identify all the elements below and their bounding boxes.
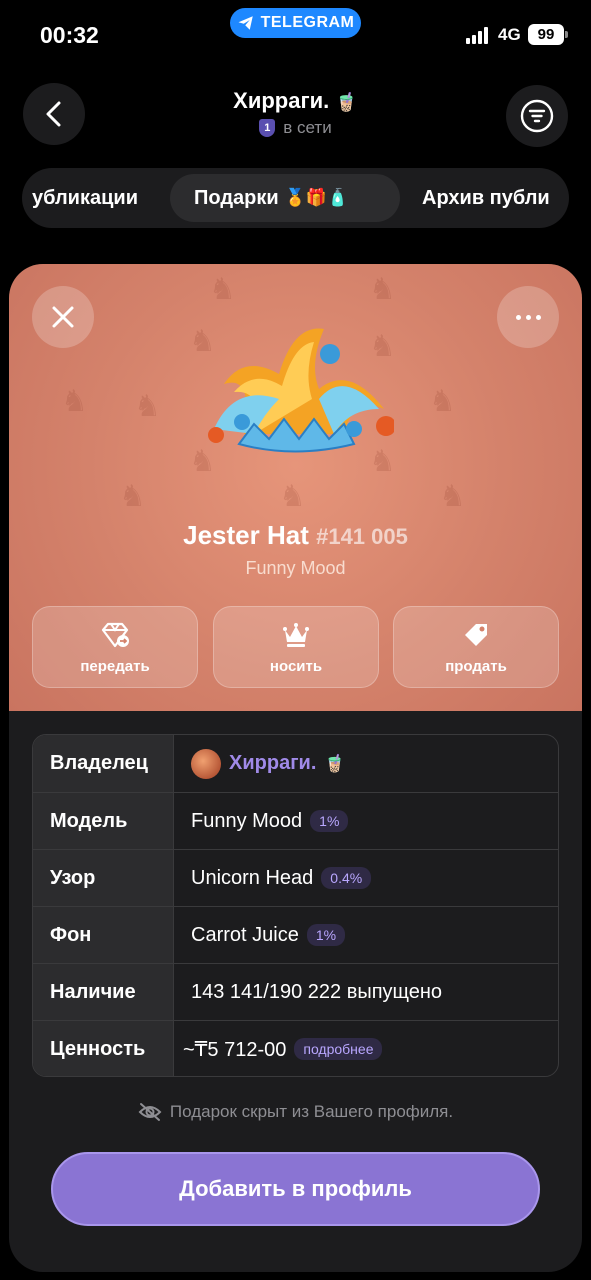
unicorn-pattern-icon: ♞ bbox=[429, 385, 456, 418]
table-row: Фон Carrot Juice 1% bbox=[33, 906, 558, 963]
emoji-status-icon: 🧋 bbox=[335, 92, 358, 112]
backdrop-key: Фон bbox=[33, 907, 174, 963]
unicorn-pattern-icon: ♞ bbox=[134, 390, 161, 423]
value-key: Ценность bbox=[33, 1021, 174, 1076]
avatar bbox=[191, 748, 221, 779]
hidden-note: Подарок скрыт из Вашего профиля. bbox=[9, 1102, 582, 1122]
gift-number: #141 005 bbox=[316, 524, 408, 549]
model-name: Funny Mood bbox=[191, 809, 303, 832]
unicorn-pattern-icon: ♞ bbox=[61, 385, 88, 418]
network-type: 4G bbox=[498, 25, 521, 44]
add-to-profile-button[interactable]: Добавить в профиль bbox=[51, 1152, 540, 1226]
close-button[interactable] bbox=[32, 286, 94, 348]
profile-name: Хирраги. 🧋 bbox=[233, 88, 358, 113]
supply-key: Наличие bbox=[33, 964, 174, 1020]
value-value: ~₸5 712-00 подробнее bbox=[183, 1021, 383, 1076]
wear-label: носить bbox=[269, 657, 323, 675]
transfer-label: передать bbox=[80, 657, 150, 675]
owner-name: Хирраги. bbox=[229, 752, 317, 774]
owner-key: Владелец bbox=[33, 735, 174, 792]
transfer-button[interactable]: передать bbox=[32, 606, 198, 688]
tab-archive[interactable]: Архив публи bbox=[422, 174, 550, 222]
sell-button[interactable]: продать bbox=[393, 606, 559, 688]
unicorn-pattern-icon: ♞ bbox=[209, 273, 236, 306]
owner-value[interactable]: Хирраги. 🧋 bbox=[191, 735, 346, 792]
model-key: Модель bbox=[33, 793, 174, 849]
details-button[interactable]: подробнее bbox=[294, 1038, 383, 1060]
pattern-key: Узор bbox=[33, 850, 174, 906]
model-value: Funny Mood 1% bbox=[191, 793, 349, 849]
profile-status: 1 в сети bbox=[0, 118, 591, 138]
table-row: Владелец Хирраги. 🧋 bbox=[33, 735, 558, 792]
filter-button[interactable] bbox=[506, 85, 568, 147]
wear-button[interactable]: носить bbox=[213, 606, 379, 688]
close-icon bbox=[52, 306, 74, 328]
backdrop-value: Carrot Juice 1% bbox=[191, 907, 346, 963]
level-badge: 1 bbox=[259, 119, 276, 137]
online-status: в сети bbox=[283, 118, 332, 137]
pattern-rarity-badge[interactable]: 0.4% bbox=[321, 867, 372, 889]
gift-name: Jester Hat bbox=[183, 520, 309, 550]
gift-sheet: ♞ ♞ ♞ ♞ ♞ ♞ ♞ ♞ ♞ ♞ ♞ ♞ Jester Hat #141 … bbox=[9, 264, 582, 1272]
emoji-status-icon: 🧋 bbox=[324, 753, 346, 773]
gift-info-table: Владелец Хирраги. 🧋 Модель Funny Mood 1%… bbox=[32, 734, 559, 1077]
pattern-name: Unicorn Head bbox=[191, 866, 314, 889]
eye-off-icon bbox=[138, 1103, 162, 1121]
backdrop-rarity-badge[interactable]: 1% bbox=[306, 924, 346, 946]
backdrop-name: Carrot Juice bbox=[191, 923, 299, 946]
table-row: Модель Funny Mood 1% bbox=[33, 792, 558, 849]
model-rarity-badge[interactable]: 1% bbox=[310, 810, 349, 832]
gift-emojis-icon: 🏅🎁🧴 bbox=[284, 188, 349, 207]
jester-hat-icon bbox=[208, 328, 394, 453]
telegram-icon bbox=[238, 16, 253, 30]
tab-publications[interactable]: убликации bbox=[32, 174, 138, 222]
signal-icon bbox=[466, 26, 488, 44]
tab-gifts[interactable]: Подарки 🏅🎁🧴 bbox=[170, 174, 400, 222]
crown-icon bbox=[283, 622, 309, 647]
value-amount: ~₸5 712-00 bbox=[183, 1038, 287, 1061]
unicorn-pattern-icon: ♞ bbox=[439, 480, 466, 513]
telegram-pill-label: TELEGRAM bbox=[260, 14, 355, 31]
telegram-pill[interactable]: TELEGRAM bbox=[230, 8, 361, 38]
tab-gifts-label: Подарки bbox=[194, 186, 279, 209]
pattern-value: Unicorn Head 0.4% bbox=[191, 850, 372, 906]
status-bar: 00:32 TELEGRAM 4G 99 bbox=[0, 0, 591, 70]
gift-transfer-icon bbox=[101, 622, 129, 647]
unicorn-pattern-icon: ♞ bbox=[369, 273, 396, 306]
battery-icon: 99 bbox=[528, 24, 568, 45]
table-row: Наличие 143 141/190 222 выпущено bbox=[33, 963, 558, 1020]
price-tag-icon bbox=[465, 623, 487, 646]
unicorn-pattern-icon: ♞ bbox=[119, 480, 146, 513]
more-button[interactable] bbox=[497, 286, 559, 348]
table-row: Ценность ~₸5 712-00 подробнее bbox=[33, 1020, 558, 1076]
gift-title: Jester Hat #141 005 bbox=[9, 520, 582, 551]
profile-tabs: убликации Подарки 🏅🎁🧴 Архив публи bbox=[22, 168, 569, 228]
hidden-note-text: Подарок скрыт из Вашего профиля. bbox=[169, 1102, 454, 1121]
table-row: Узор Unicorn Head 0.4% bbox=[33, 849, 558, 906]
supply-value: 143 141/190 222 выпущено bbox=[191, 980, 443, 1003]
sell-label: продать bbox=[445, 657, 507, 675]
gift-model-subtitle: Funny Mood bbox=[245, 558, 346, 578]
unicorn-pattern-icon: ♞ bbox=[279, 480, 306, 513]
gift-hero: ♞ ♞ ♞ ♞ ♞ ♞ ♞ ♞ ♞ ♞ ♞ ♞ Jester Hat #141 … bbox=[9, 264, 582, 711]
filter-icon bbox=[520, 99, 554, 133]
clock: 00:32 bbox=[40, 22, 99, 48]
